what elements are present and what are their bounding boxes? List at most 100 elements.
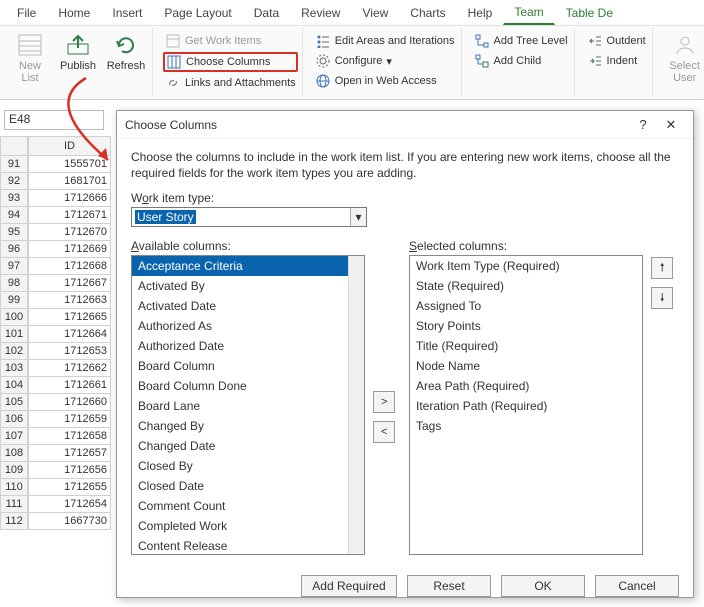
list-item[interactable]: Completed Work [132, 516, 364, 536]
row-header[interactable]: 103 [0, 360, 28, 377]
move-down-button[interactable]: 🠗 [651, 287, 673, 309]
tab-insert[interactable]: Insert [101, 2, 153, 25]
move-left-button[interactable]: < [373, 421, 395, 443]
list-item[interactable]: Assigned To [410, 296, 642, 316]
cell-id[interactable]: 1712653 [28, 343, 111, 360]
links-attachments-button[interactable]: Links and Attachments [163, 74, 298, 92]
cell-id[interactable]: 1712671 [28, 207, 111, 224]
cell-id[interactable]: 1712657 [28, 445, 111, 462]
row-header[interactable]: 112 [0, 513, 28, 530]
list-item[interactable]: Content Release [132, 536, 364, 555]
list-item[interactable]: Area Path (Required) [410, 376, 642, 396]
list-item[interactable]: Story Points [410, 316, 642, 336]
cell-id[interactable]: 1712658 [28, 428, 111, 445]
row-header[interactable]: 94 [0, 207, 28, 224]
cell-id[interactable]: 1667730 [28, 513, 111, 530]
choose-columns-button[interactable]: Choose Columns [163, 52, 298, 72]
add-child-button[interactable]: Add Child [472, 52, 570, 70]
available-columns-list[interactable]: Acceptance CriteriaActivated ByActivated… [131, 255, 365, 555]
list-item[interactable]: Authorized As [132, 316, 364, 336]
cell-id[interactable]: 1712666 [28, 190, 111, 207]
cell-id[interactable]: 1712662 [28, 360, 111, 377]
list-item[interactable]: Node Name [410, 356, 642, 376]
help-button[interactable]: ? [629, 117, 657, 132]
edit-areas-button[interactable]: Edit Areas and Iterations [313, 32, 457, 50]
list-item[interactable]: Activated By [132, 276, 364, 296]
open-web-button[interactable]: Open in Web Access [313, 72, 457, 90]
list-item[interactable]: Changed By [132, 416, 364, 436]
list-item[interactable]: Comment Count [132, 496, 364, 516]
cell-id[interactable]: 1555701 [28, 156, 111, 173]
row-header[interactable]: 108 [0, 445, 28, 462]
publish-button[interactable]: Publish [56, 30, 100, 72]
row-header[interactable]: 93 [0, 190, 28, 207]
tab-page-layout[interactable]: Page Layout [153, 2, 242, 25]
row-header[interactable]: 98 [0, 275, 28, 292]
cell-id[interactable]: 1712668 [28, 258, 111, 275]
list-item[interactable]: Authorized Date [132, 336, 364, 356]
cell-id[interactable]: 1712661 [28, 377, 111, 394]
cell-id[interactable]: 1712670 [28, 224, 111, 241]
tab-home[interactable]: Home [47, 2, 101, 25]
cancel-button[interactable]: Cancel [595, 575, 679, 597]
cell-id[interactable]: 1712664 [28, 326, 111, 343]
list-item[interactable]: Tags [410, 416, 642, 436]
row-header[interactable]: 110 [0, 479, 28, 496]
outdent-button[interactable]: Outdent [585, 32, 648, 50]
row-header[interactable]: 95 [0, 224, 28, 241]
cell-id[interactable]: 1712665 [28, 309, 111, 326]
cell-id[interactable]: 1712655 [28, 479, 111, 496]
row-header[interactable]: 100 [0, 309, 28, 326]
close-button[interactable]: ✕ [657, 117, 685, 133]
move-up-button[interactable]: 🠕 [651, 257, 673, 279]
select-all-corner[interactable] [0, 136, 28, 156]
list-item[interactable]: Work Item Type (Required) [410, 256, 642, 276]
tab-data[interactable]: Data [243, 2, 290, 25]
cell-id[interactable]: 1712663 [28, 292, 111, 309]
tab-file[interactable]: File [6, 2, 47, 25]
cell-id[interactable]: 1712659 [28, 411, 111, 428]
list-item[interactable]: Activated Date [132, 296, 364, 316]
select-user-button[interactable]: SelectUser [663, 30, 704, 84]
list-item[interactable]: Board Lane [132, 396, 364, 416]
scrollbar[interactable] [348, 256, 364, 554]
list-item[interactable]: State (Required) [410, 276, 642, 296]
row-header[interactable]: 96 [0, 241, 28, 258]
new-list-button[interactable]: NewList [8, 30, 52, 84]
row-header[interactable]: 102 [0, 343, 28, 360]
name-box[interactable]: E48 [4, 110, 104, 130]
ok-button[interactable]: OK [501, 575, 585, 597]
cell-id[interactable]: 1712656 [28, 462, 111, 479]
row-header[interactable]: 111 [0, 496, 28, 513]
row-header[interactable]: 91 [0, 156, 28, 173]
cell-id[interactable]: 1681701 [28, 173, 111, 190]
chevron-down-icon[interactable]: ▾ [350, 208, 366, 226]
tab-help[interactable]: Help [457, 2, 504, 25]
tab-charts[interactable]: Charts [399, 2, 456, 25]
list-item[interactable]: Board Column Done [132, 376, 364, 396]
selected-columns-list[interactable]: Work Item Type (Required)State (Required… [409, 255, 643, 555]
list-item[interactable]: Closed Date [132, 476, 364, 496]
row-header[interactable]: 97 [0, 258, 28, 275]
reset-button[interactable]: Reset [407, 575, 491, 597]
refresh-button[interactable]: Refresh [104, 30, 148, 72]
tab-team[interactable]: Team [503, 1, 554, 25]
list-item[interactable]: Acceptance Criteria [132, 256, 364, 276]
cell-id[interactable]: 1712669 [28, 241, 111, 258]
row-header[interactable]: 92 [0, 173, 28, 190]
row-header[interactable]: 99 [0, 292, 28, 309]
list-item[interactable]: Closed By [132, 456, 364, 476]
tab-review[interactable]: Review [290, 2, 351, 25]
row-header[interactable]: 101 [0, 326, 28, 343]
list-item[interactable]: Title (Required) [410, 336, 642, 356]
row-header[interactable]: 107 [0, 428, 28, 445]
row-header[interactable]: 105 [0, 394, 28, 411]
row-header[interactable]: 104 [0, 377, 28, 394]
work-item-type-combo[interactable]: User Story ▾ [131, 207, 367, 227]
column-header-id[interactable]: ID [28, 136, 111, 156]
list-item[interactable]: Board Column [132, 356, 364, 376]
add-tree-button[interactable]: Add Tree Level [472, 32, 570, 50]
list-item[interactable]: Iteration Path (Required) [410, 396, 642, 416]
cell-id[interactable]: 1712660 [28, 394, 111, 411]
row-header[interactable]: 109 [0, 462, 28, 479]
